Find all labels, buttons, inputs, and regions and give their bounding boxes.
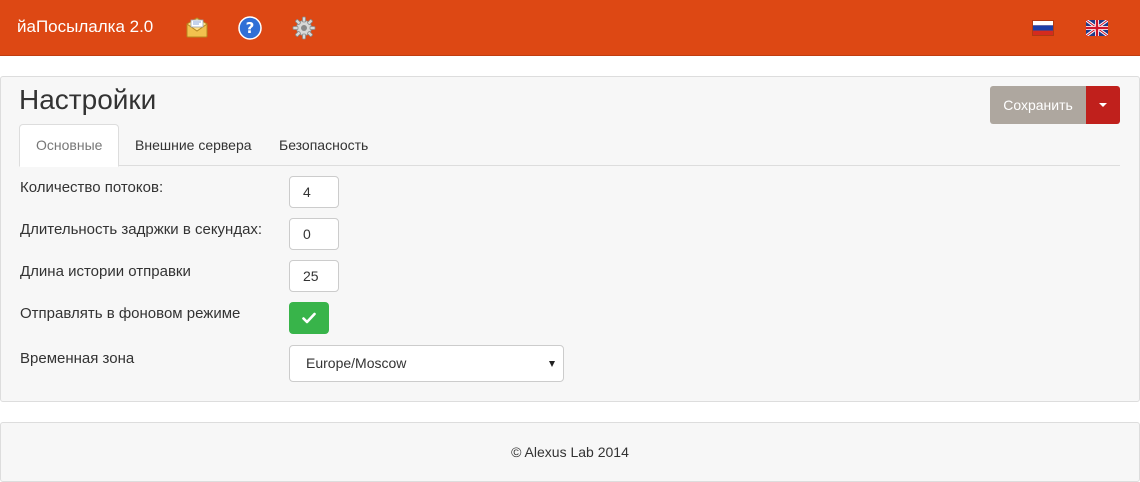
tab-general[interactable]: Основные: [19, 124, 120, 167]
background-mode-toggle[interactable]: [289, 302, 329, 334]
top-navbar: йаПосылалка 2.0 ?: [0, 0, 1140, 56]
flag-ru-icon[interactable]: [1032, 20, 1054, 36]
flag-uk-icon[interactable]: [1085, 18, 1109, 38]
background-mode-label: Отправлять в фоновом режиме: [20, 305, 241, 322]
app-brand[interactable]: йаПосылалка 2.0: [17, 16, 153, 38]
timezone-value: Europe/Moscow: [306, 355, 407, 371]
save-dropdown-toggle[interactable]: [1086, 86, 1120, 124]
delay-label: Длительность задржки в секундах:: [20, 221, 263, 238]
history-label: Длина истории отправки: [20, 263, 191, 280]
help-icon[interactable]: ?: [237, 15, 263, 41]
tab-external-servers[interactable]: Внешние сервера: [119, 124, 268, 166]
tab-security[interactable]: Безопасность: [263, 124, 384, 166]
settings-tabs: Основные Внешние сервера Безопасность: [19, 124, 1120, 167]
envelope-icon[interactable]: [184, 15, 210, 41]
select-arrow-icon: [549, 361, 555, 367]
timezone-label: Временная зона: [20, 350, 135, 367]
check-icon: [302, 312, 316, 324]
threads-label: Количество потоков:: [20, 179, 164, 196]
history-input[interactable]: [289, 260, 339, 292]
svg-text:?: ?: [246, 19, 255, 37]
threads-input[interactable]: [289, 176, 339, 208]
save-button-group: Сохранить: [990, 86, 1120, 124]
footer: © Alexus Lab 2014: [0, 422, 1140, 482]
page-title: Настройки: [19, 84, 157, 115]
gear-icon[interactable]: [291, 15, 317, 41]
caret-down-icon: [1099, 103, 1107, 107]
delay-input[interactable]: [289, 218, 339, 250]
timezone-select[interactable]: Europe/Moscow: [289, 345, 564, 382]
save-button[interactable]: Сохранить: [990, 86, 1086, 124]
footer-copyright: © Alexus Lab 2014: [511, 444, 629, 460]
